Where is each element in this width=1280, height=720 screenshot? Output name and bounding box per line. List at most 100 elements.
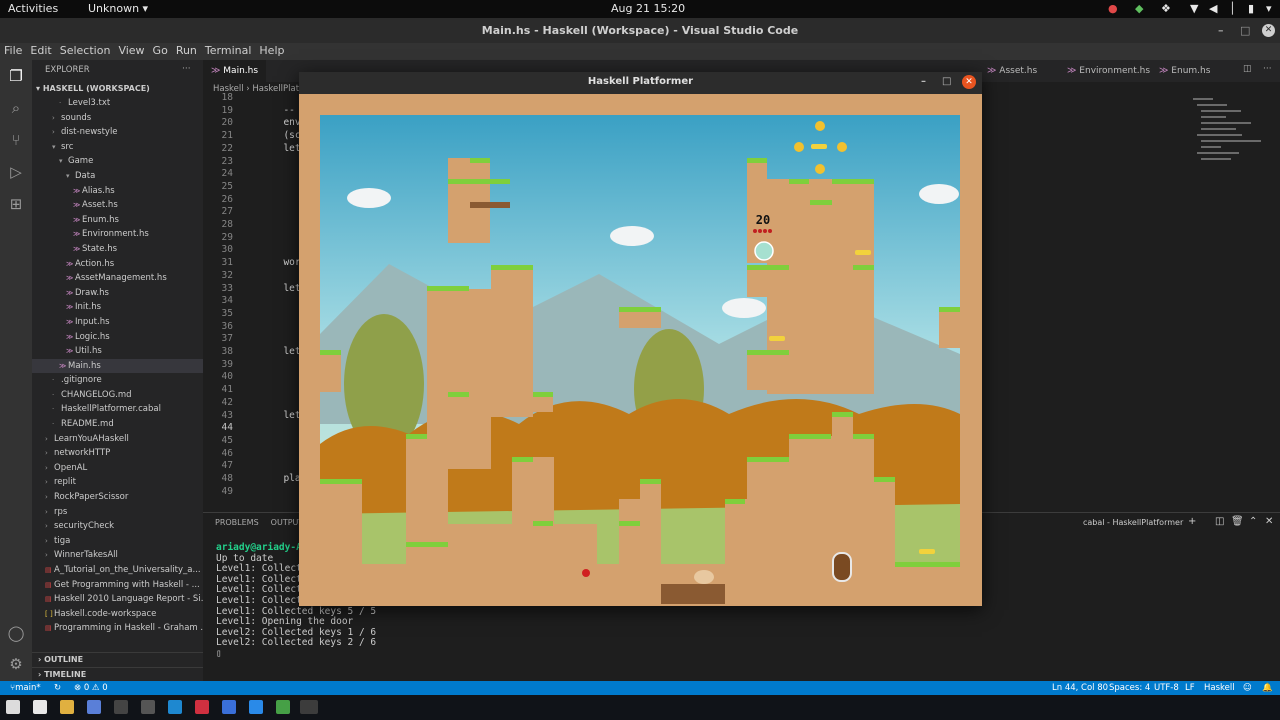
tree-item[interactable]: ≫ Asset.hs — [32, 198, 203, 213]
zoom-icon[interactable] — [249, 700, 263, 714]
settings-gear-icon[interactable]: ⚙ — [6, 654, 26, 674]
game-maximize-icon[interactable]: □ — [942, 72, 951, 92]
menu-go[interactable]: Go — [149, 43, 172, 57]
tree-item[interactable]: · HaskellPlatformer.cabal — [32, 402, 203, 417]
wifi-icon[interactable]: ▼ — [1190, 2, 1198, 15]
vscode-icon[interactable] — [168, 700, 182, 714]
tree-item[interactable]: [ ]Haskell.code-workspace — [32, 607, 203, 622]
tree-item[interactable]: › sounds — [32, 111, 203, 126]
dropbox-icon[interactable]: ❖ — [1161, 2, 1171, 15]
tree-item[interactable]: › networkHTTP — [32, 446, 203, 461]
shield-icon[interactable]: ◆ — [1135, 2, 1143, 15]
run-debug-icon[interactable]: ▷ — [6, 162, 26, 182]
tree-item[interactable]: › rps — [32, 505, 203, 520]
extensions-icon[interactable]: ⊞ — [6, 194, 26, 214]
text-editor-icon[interactable] — [33, 700, 47, 714]
tree-item[interactable]: ≫ Alias.hs — [32, 184, 203, 199]
source-control-icon[interactable]: ⑂ — [6, 130, 26, 150]
menu-terminal[interactable]: Terminal — [201, 43, 256, 57]
new-terminal-icon[interactable]: + — [1188, 516, 1196, 527]
files-icon[interactable] — [60, 700, 74, 714]
vivaldi-icon[interactable] — [195, 700, 209, 714]
menu-file[interactable]: File — [0, 43, 26, 57]
account-icon[interactable]: ◯ — [6, 623, 26, 643]
tree-item[interactable]: › tiga — [32, 534, 203, 549]
tree-item[interactable]: › securityCheck — [32, 519, 203, 534]
eol[interactable]: LF — [1185, 681, 1195, 695]
maximize-panel-icon[interactable]: ⌃ — [1249, 516, 1257, 527]
tree-item[interactable]: ≫ Logic.hs — [32, 330, 203, 345]
power-menu-icon[interactable]: ▾ — [1266, 2, 1272, 15]
tab-environment-hs[interactable]: ≫ Environment.hs — [1059, 60, 1158, 82]
game-window[interactable]: Haskell Platformer – □ ✕ 20 — [299, 72, 982, 606]
terminal-selector[interactable]: cabal - HaskellPlatformer — [1083, 518, 1183, 527]
menu-view[interactable]: View — [114, 43, 148, 57]
tree-item[interactable]: › RockPaperScissor — [32, 490, 203, 505]
tab-main-hs[interactable]: ≫ Main.hs — [203, 60, 267, 82]
menu-selection[interactable]: Selection — [56, 43, 115, 57]
tree-item[interactable]: ≫ Environment.hs — [32, 227, 203, 242]
maximize-icon[interactable]: □ — [1240, 18, 1250, 43]
close-panel-icon[interactable]: ✕ — [1265, 516, 1273, 527]
more-actions-icon[interactable]: ··· — [182, 64, 191, 74]
trash-icon[interactable]: 🗑 — [1231, 516, 1244, 527]
tree-item[interactable]: ≫ Input.hs — [32, 315, 203, 330]
game-canvas[interactable]: 20 — [299, 94, 982, 606]
language-mode[interactable]: Haskell — [1204, 681, 1235, 695]
tree-item[interactable]: › WinnerTakesAll — [32, 548, 203, 563]
close-icon[interactable]: ✕ — [1262, 24, 1275, 37]
app-launcher-icon[interactable] — [6, 700, 20, 714]
outline-section[interactable]: › OUTLINE — [32, 652, 203, 666]
mic-icon[interactable]: │ — [1229, 2, 1236, 15]
tree-item[interactable]: ▤ Get Programming with Haskell - ... — [32, 578, 203, 593]
minimize-icon[interactable]: – — [1218, 18, 1224, 43]
tree-item[interactable]: ▾ Data — [32, 169, 203, 184]
tree-item[interactable]: · .gitignore — [32, 373, 203, 388]
tab-enum-hs[interactable]: ≫ Enum.hs — [1151, 60, 1218, 82]
tree-item[interactable]: › dist-newstyle — [32, 125, 203, 140]
problems-counter[interactable]: ⊗ 0 ⚠ 0 — [74, 681, 108, 695]
terminal-icon[interactable] — [114, 700, 128, 714]
branch-indicator[interactable]: ⑂ main* — [10, 681, 41, 695]
tab-problems[interactable]: PROBLEMS — [215, 518, 259, 527]
writer-icon[interactable] — [222, 700, 236, 714]
tree-item[interactable]: ▾ Game — [32, 154, 203, 169]
activities-button[interactable]: Activities — [8, 2, 58, 15]
split-terminal-icon[interactable]: ◫ — [1215, 516, 1224, 527]
record-icon[interactable]: ● — [1108, 2, 1118, 15]
timeline-section[interactable]: › TIMELINE — [32, 667, 203, 681]
tree-item[interactable]: › OpenAL — [32, 461, 203, 476]
tree-item[interactable]: ≫ Util.hs — [32, 344, 203, 359]
notifications-icon[interactable]: 🔔 — [1262, 681, 1273, 695]
tree-item[interactable]: ▤ Haskell 2010 Language Report - Si... — [32, 592, 203, 607]
menu-edit[interactable]: Edit — [26, 43, 55, 57]
tree-item[interactable]: · CHANGELOG.md — [32, 388, 203, 403]
tab-asset-hs[interactable]: ≫ Asset.hs — [979, 60, 1045, 82]
clock[interactable]: Aug 21 15:20 — [611, 2, 685, 15]
tree-item[interactable]: ▾ src — [32, 140, 203, 155]
tree-item[interactable]: › LearnYouAHaskell — [32, 432, 203, 447]
workspace-root[interactable]: ▾ HASKELL (WORKSPACE) — [32, 81, 203, 96]
app-menu[interactable]: Unknown ▾ — [88, 2, 148, 15]
game-close-icon[interactable]: ✕ — [962, 75, 976, 89]
tree-item[interactable]: › replit — [32, 475, 203, 490]
calendar-icon[interactable] — [87, 700, 101, 714]
cursor-position[interactable]: Ln 44, Col 80 — [1052, 681, 1108, 695]
volume-icon[interactable]: ◀ — [1209, 2, 1217, 15]
tree-item[interactable]: ≫ State.hs — [32, 242, 203, 257]
menu-help[interactable]: Help — [255, 43, 288, 57]
game-app-icon[interactable] — [276, 700, 290, 714]
tree-item[interactable]: ≫ Enum.hs — [32, 213, 203, 228]
tree-item[interactable]: · Level3.txt — [32, 96, 203, 111]
indentation[interactable]: Spaces: 4 — [1109, 681, 1150, 695]
settings-icon[interactable] — [141, 700, 155, 714]
encoding[interactable]: UTF-8 — [1154, 681, 1179, 695]
tree-item[interactable]: ≫ Init.hs — [32, 300, 203, 315]
tree-item[interactable]: ≫ Main.hs — [32, 358, 203, 374]
feedback-icon[interactable]: ☺ — [1243, 681, 1252, 695]
minimap[interactable] — [1193, 96, 1273, 166]
sync-icon[interactable]: ↻ — [54, 681, 61, 695]
search-icon[interactable]: ⌕ — [6, 98, 26, 118]
explorer-icon[interactable]: ❐ — [6, 66, 26, 86]
tree-item[interactable]: · README.md — [32, 417, 203, 432]
